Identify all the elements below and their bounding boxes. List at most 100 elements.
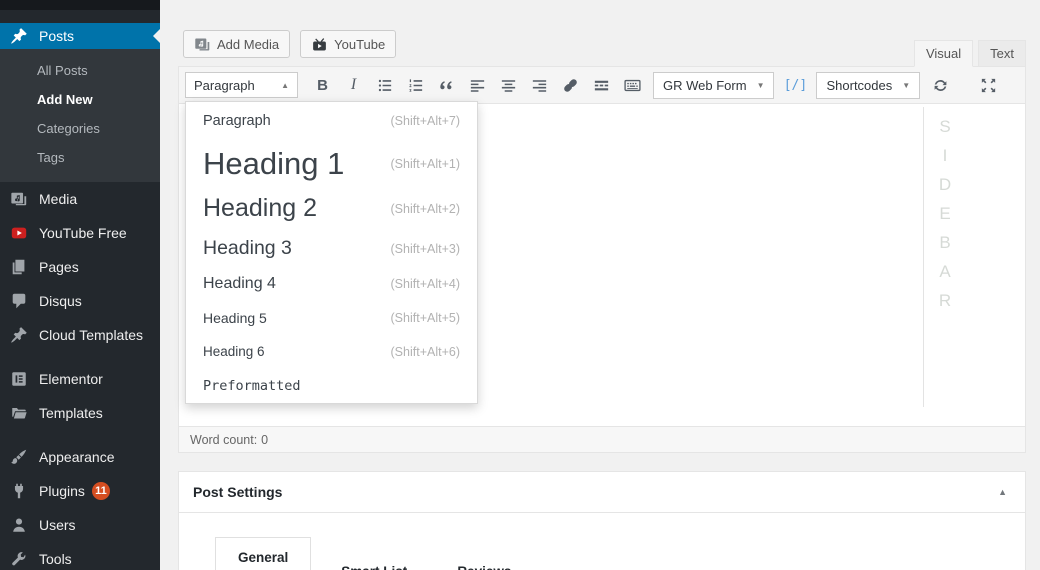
- collapse-arrow-icon[interactable]: ▲: [994, 483, 1011, 501]
- menu-item-heading-3[interactable]: Heading 3 (Shift+Alt+3): [186, 230, 477, 267]
- sidebar-item-plugins[interactable]: Plugins 11: [0, 474, 160, 508]
- fullscreen-icon: [979, 76, 998, 95]
- numbered-list-icon: [406, 76, 425, 95]
- format-dropdown-menu: Paragraph (Shift+Alt+7) Heading 1 (Shift…: [185, 101, 478, 404]
- tab-general[interactable]: General: [215, 537, 312, 570]
- menu-item-paragraph[interactable]: Paragraph (Shift+Alt+7): [186, 102, 477, 140]
- read-more-button[interactable]: [586, 72, 617, 98]
- editor-status-bar: Word count: 0: [179, 426, 1025, 452]
- italic-button[interactable]: I: [338, 72, 369, 98]
- menu-item-preformatted[interactable]: Preformatted: [186, 368, 477, 403]
- menu-item-heading-6[interactable]: Heading 6 (Shift+Alt+6): [186, 335, 477, 368]
- link-button[interactable]: [555, 72, 586, 98]
- placeholder-letter: R: [938, 291, 952, 310]
- sidebar-item-label: Cloud Templates: [39, 327, 144, 343]
- admin-sidebar: Posts All Posts Add New Categories Tags …: [0, 0, 160, 570]
- sidebar-item-cloud-templates[interactable]: Cloud Templates: [0, 318, 160, 352]
- menu-item-label: Preformatted: [203, 377, 301, 394]
- read-more-icon: [592, 76, 611, 95]
- shortcodes-dropdown[interactable]: Shortcodes ▼: [816, 71, 921, 99]
- sidebar-item-elementor[interactable]: Elementor: [0, 362, 160, 396]
- post-settings-header[interactable]: Post Settings ▲: [179, 472, 1025, 513]
- menu-item-heading-1[interactable]: Heading 1 (Shift+Alt+1): [186, 140, 477, 187]
- placeholder-letter: E: [939, 204, 951, 223]
- sidebar-item-all-posts[interactable]: All Posts: [0, 56, 160, 85]
- bullet-list-button[interactable]: [369, 72, 400, 98]
- keyboard-icon: [623, 76, 642, 95]
- bullet-list-icon: [375, 76, 394, 95]
- placeholder-letter: I: [942, 146, 948, 165]
- tab-smart-list[interactable]: Smart List: [321, 552, 427, 570]
- menu-item-label: Paragraph: [203, 113, 271, 129]
- media-button-bar: Add Media YouTube Visual Text: [178, 0, 1026, 67]
- menu-item-shortcut: (Shift+Alt+5): [390, 311, 460, 325]
- plugins-update-badge: 11: [91, 482, 110, 500]
- menu-item-shortcut: (Shift+Alt+6): [390, 344, 460, 359]
- media-icon: [9, 189, 29, 209]
- comment-icon: [9, 291, 29, 311]
- user-icon: [9, 515, 29, 535]
- sidebar-item-label: Users: [39, 517, 76, 533]
- sidebar-item-label: Plugins: [39, 483, 85, 499]
- sidebar-item-disqus[interactable]: Disqus: [0, 284, 160, 318]
- menu-item-label: Heading 5: [203, 310, 267, 326]
- align-left-button[interactable]: [462, 72, 493, 98]
- wysiwyg-editor: Paragraph ▲ B I GR Web Form ▼ [/] Shortc…: [178, 66, 1026, 453]
- refresh-button[interactable]: [925, 72, 956, 98]
- sidebar-item-label: Media: [39, 191, 78, 207]
- tab-reviews[interactable]: Reviews: [437, 552, 531, 570]
- menu-item-label: Heading 6: [203, 344, 265, 359]
- sidebar-item-media[interactable]: Media: [0, 182, 160, 216]
- sidebar-item-label: Elementor: [39, 371, 103, 387]
- refresh-icon: [931, 76, 950, 95]
- sidebar-item-categories[interactable]: Categories: [0, 114, 160, 143]
- align-center-button[interactable]: [493, 72, 524, 98]
- menu-item-heading-5[interactable]: Heading 5 (Shift+Alt+5): [186, 301, 477, 335]
- shortcode-insert-button[interactable]: [/]: [779, 72, 811, 98]
- sidebar-item-youtube-free[interactable]: YouTube Free: [0, 216, 160, 250]
- fullscreen-button[interactable]: [973, 72, 1004, 98]
- tab-visual[interactable]: Visual: [913, 40, 974, 67]
- post-settings-tabs: General Smart List Reviews: [215, 537, 1025, 570]
- menu-item-shortcut: (Shift+Alt+4): [390, 277, 460, 291]
- sidebar-item-label: Posts: [39, 28, 75, 44]
- youtube-insert-button[interactable]: YouTube: [300, 30, 397, 58]
- post-settings-title: Post Settings: [193, 484, 283, 500]
- youtube-tv-icon: [311, 36, 328, 53]
- sidebar-placeholder-text: S I D E B A R: [937, 117, 953, 311]
- sidebar-item-add-new[interactable]: Add New: [0, 85, 160, 114]
- format-dropdown[interactable]: Paragraph ▲: [185, 72, 298, 98]
- numbered-list-button[interactable]: [400, 72, 431, 98]
- menu-item-heading-2[interactable]: Heading 2 (Shift+Alt+2): [186, 187, 477, 230]
- elementor-icon: [9, 369, 29, 389]
- placeholder-letter: B: [939, 233, 951, 252]
- sidebar-item-tools[interactable]: Tools: [0, 542, 160, 570]
- placeholder-letter: S: [939, 117, 951, 136]
- menu-item-shortcut: (Shift+Alt+3): [390, 241, 460, 256]
- plugin-icon: [9, 481, 29, 501]
- sidebar-item-pages[interactable]: Pages: [0, 250, 160, 284]
- menu-item-shortcut: (Shift+Alt+2): [390, 201, 460, 216]
- tab-text[interactable]: Text: [978, 40, 1026, 67]
- bold-button[interactable]: B: [307, 72, 338, 98]
- brush-icon: [9, 447, 29, 467]
- sidebar-item-posts[interactable]: Posts: [0, 23, 160, 49]
- chevron-up-icon: ▲: [281, 80, 289, 90]
- gr-web-form-dropdown[interactable]: GR Web Form ▼: [653, 71, 775, 99]
- menu-item-label: Heading 3: [203, 237, 292, 259]
- menu-item-shortcut: (Shift+Alt+1): [390, 156, 460, 171]
- sidebar-item-tags[interactable]: Tags: [0, 143, 160, 172]
- menu-item-label: Heading 1: [203, 145, 345, 181]
- add-media-button[interactable]: Add Media: [183, 30, 291, 58]
- sidebar-item-users[interactable]: Users: [0, 508, 160, 542]
- sidebar-item-templates[interactable]: Templates: [0, 396, 160, 430]
- folder-icon: [9, 403, 29, 423]
- keyboard-button[interactable]: [617, 72, 648, 98]
- blockquote-icon: [437, 76, 456, 95]
- align-right-button[interactable]: [524, 72, 555, 98]
- word-count-value: 0: [261, 432, 269, 447]
- sidebar-item-appearance[interactable]: Appearance: [0, 440, 160, 474]
- blockquote-button[interactable]: [431, 72, 462, 98]
- shortcodes-value: Shortcodes: [826, 77, 893, 93]
- menu-item-heading-4[interactable]: Heading 4 (Shift+Alt+4): [186, 267, 477, 301]
